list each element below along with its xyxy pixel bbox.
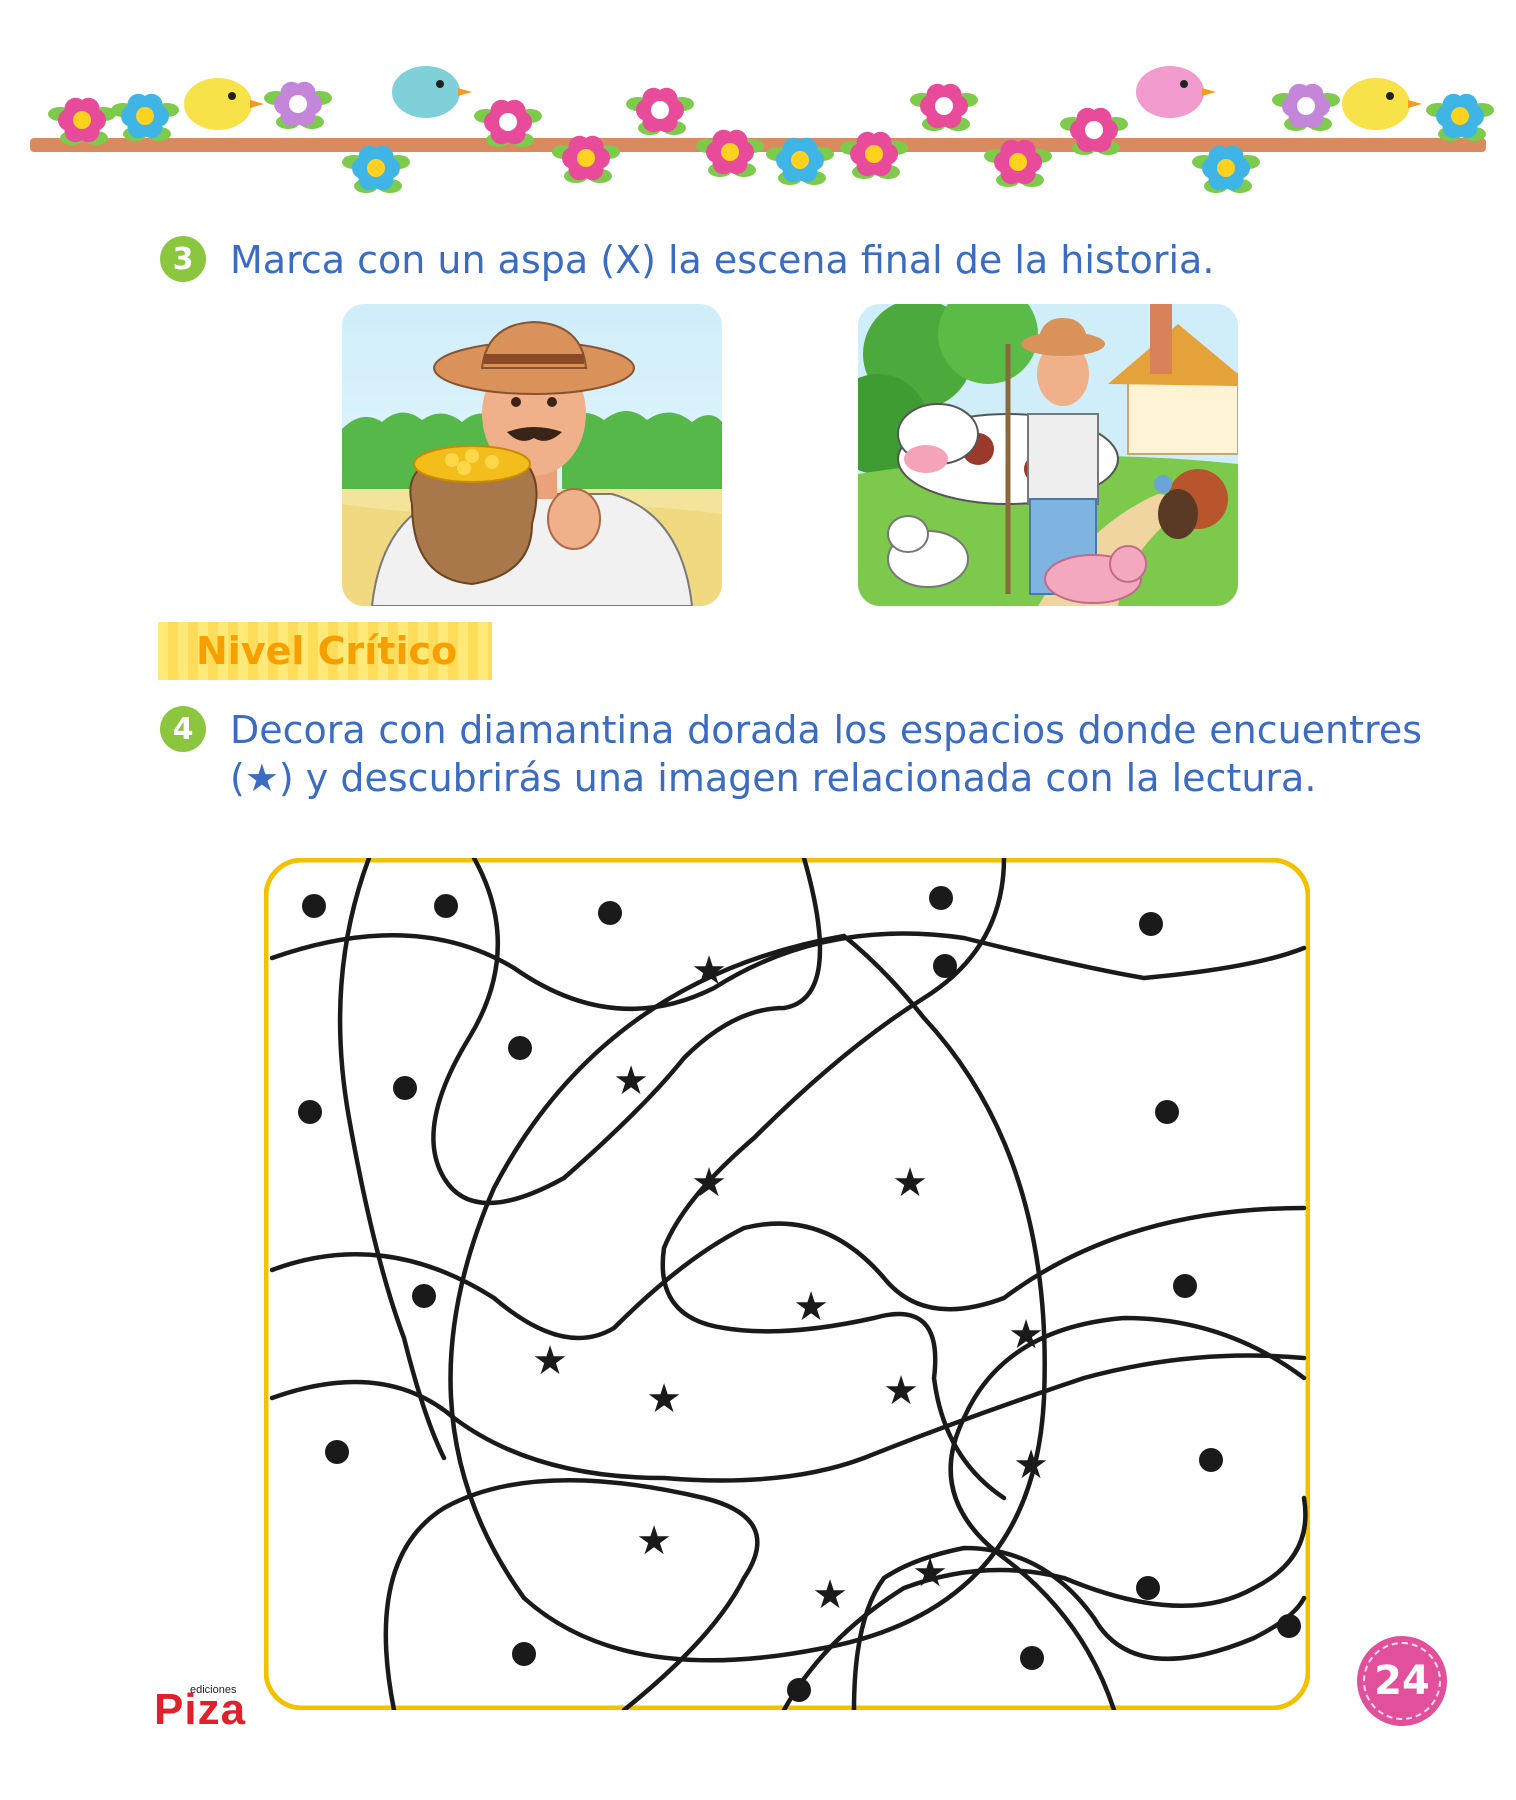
svg-text:★: ★ [1013,1442,1049,1488]
flower-icon [626,87,694,135]
svg-text:★: ★ [532,1338,568,1384]
flower-icon [1192,145,1260,193]
flower-icon [264,81,332,129]
question-3-number: 3 [160,236,206,282]
svg-text:★: ★ [912,1550,948,1596]
svg-text:★: ★ [793,1284,829,1330]
bird-icon [1136,66,1216,118]
hidden-picture-puzzle[interactable]: ★ ★ ★ ★ ★ ★ ★ ★ ★ ★ ★ ★ ★ [264,858,1310,1710]
svg-text:★: ★ [883,1368,919,1414]
level-label: Nivel Crítico [196,629,458,673]
question-4-text-after: ) y descubrirás una imagen relacionada c… [278,756,1317,800]
farmer-gold-illustration [342,304,722,606]
question-4-number: 4 [160,706,206,752]
flower-icon [342,145,410,193]
svg-text:★: ★ [892,1160,928,1206]
flower-icon [696,129,764,177]
floral-bird-banner [30,66,1494,193]
svg-text:★: ★ [1008,1312,1044,1358]
bird-icon [1342,78,1422,130]
scene-option-farmer-with-animals[interactable] [858,304,1238,606]
question-4-text: Decora con diamantina dorada los espacio… [230,706,1422,802]
svg-text:★: ★ [812,1572,848,1618]
flower-icon [111,93,179,141]
flower-icon [48,97,116,145]
page-number: 24 [1374,1658,1430,1704]
level-banner: Nivel Crítico [158,622,492,680]
logo-main-text: Piza [154,1685,247,1734]
svg-text:★: ★ [613,1058,649,1104]
scene-option-farmer-with-gold[interactable] [342,304,722,606]
farmer-animals-illustration [858,304,1238,606]
flower-icon [1426,93,1494,141]
publisher-logo: ediciones Piza [154,1684,264,1740]
bird-icon [392,66,472,118]
flower-icon [910,83,978,131]
page-number-badge: 24 [1357,1636,1447,1726]
star-icon: ★ [244,756,279,800]
flower-icon [1272,83,1340,131]
svg-text:★: ★ [636,1518,672,1564]
svg-text:★: ★ [646,1376,682,1422]
question-3-text: Marca con un aspa (X) la escena final de… [230,238,1215,282]
svg-text:★: ★ [691,948,727,994]
svg-text:★: ★ [691,1160,727,1206]
bird-icon [184,78,264,130]
